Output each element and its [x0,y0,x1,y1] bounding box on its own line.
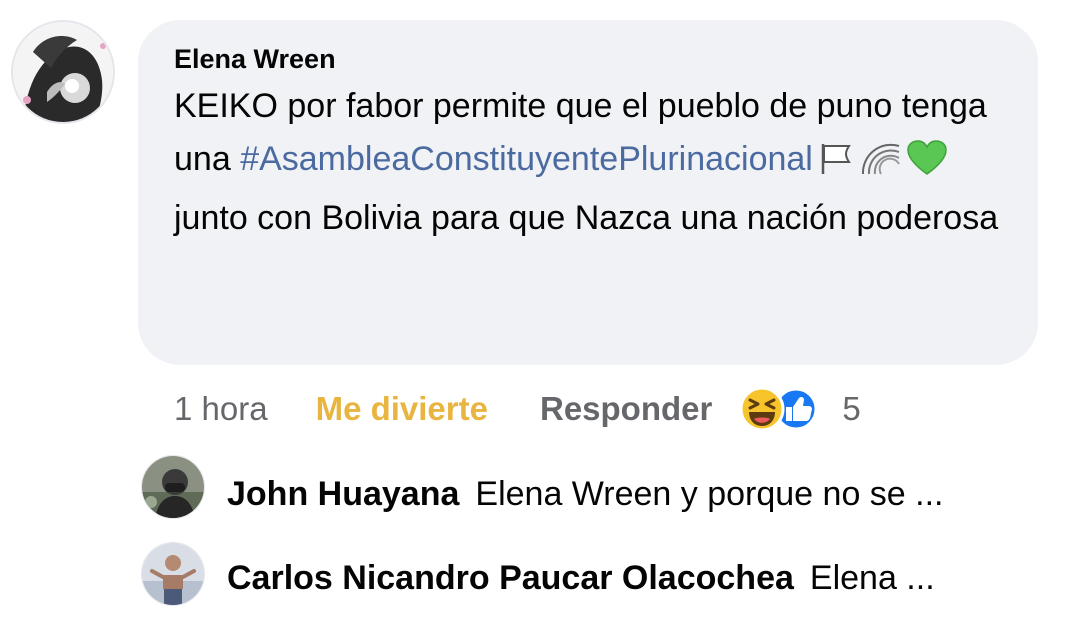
reaction-icons [739,386,818,432]
comment-text-after: junto con Bolivia para que Nazca una nac… [174,199,999,237]
comment-actions: 1 hora Me divierte Responder 5 [174,382,861,436]
comment-bubble: Elena Wreen KEIKO por fabor permite que … [138,20,1038,365]
reply-item[interactable]: John Huayana Elena Wreen y porque no se … [227,462,944,526]
reply-author[interactable]: John Huayana [227,475,459,514]
reaction-button[interactable]: Me divierte [316,390,488,428]
reply-preview[interactable]: Elena Wreen y porque no se ... [475,475,943,514]
reaction-summary[interactable] [738,385,820,433]
reply-author[interactable]: Carlos Nicandro Paucar Olacochea [227,559,794,598]
reaction-count: 5 [842,390,861,427]
white-flag-icon [819,139,855,192]
hashtag-link[interactable]: #AsambleaConstituyentePlurinacional [240,140,813,178]
haha-emoji-icon [739,386,785,432]
rainbow-icon [861,139,901,192]
comment-timestamp[interactable]: 1 hora [174,390,268,428]
reply-avatar[interactable] [141,455,205,519]
commenter-avatar[interactable] [11,20,115,124]
reply-item[interactable]: Carlos Nicandro Paucar Olacochea Elena .… [227,546,935,610]
reply-button[interactable]: Responder [540,390,712,428]
comment-text: KEIKO por fabor permite que el pueblo de… [174,80,1004,245]
comment-author[interactable]: Elena Wreen [174,44,336,75]
avatar-photo [142,456,204,518]
reply-preview[interactable]: Elena ... [810,559,935,598]
reply-avatar[interactable] [141,542,205,606]
green-heart-icon [907,139,947,192]
avatar-photo [142,543,204,605]
avatar-photo [13,22,113,122]
